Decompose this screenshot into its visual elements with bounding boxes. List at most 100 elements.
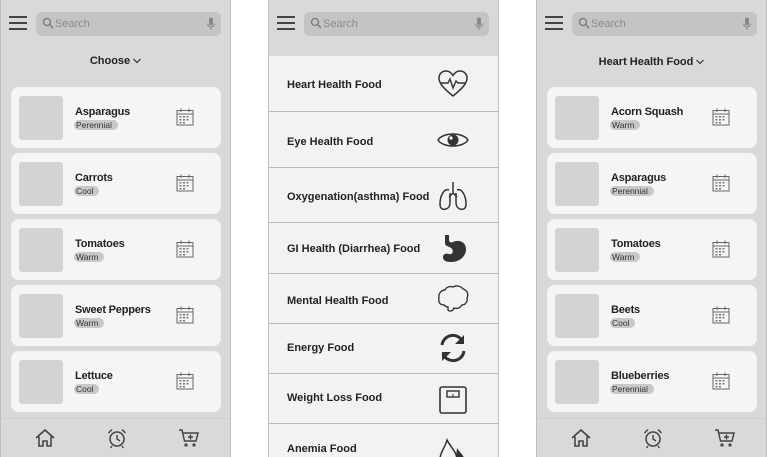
top-bar (537, 0, 766, 48)
food-image (19, 228, 63, 272)
season-tag: Perennial (610, 186, 654, 196)
cart-add-icon[interactable] (714, 427, 736, 449)
food-card[interactable]: Sweet Peppers Warm (11, 285, 221, 346)
category-dropdown[interactable]: Choose (1, 55, 230, 67)
category-dropdown-label: Heart Health Food (598, 56, 694, 68)
menu-item-weight-loss[interactable]: Weight Loss Food (269, 374, 498, 424)
chevron-down-icon (133, 58, 142, 64)
food-card[interactable]: Asparagus Perennial (547, 153, 757, 214)
search-input[interactable] (323, 15, 463, 33)
menu-item-label: Weight Loss Food (287, 392, 383, 404)
alarm-clock-icon[interactable] (106, 427, 128, 449)
screen-heart-health: Heart Health Food Acorn Squash Warm Aspa… (536, 0, 767, 457)
search-bar[interactable] (572, 12, 757, 36)
season-tag: Warm (610, 120, 641, 130)
food-name: Beets (611, 304, 640, 316)
food-card[interactable]: Lettuce Cool (11, 351, 221, 412)
eye-icon (437, 133, 469, 147)
calendar-icon[interactable] (176, 240, 194, 258)
stomach-icon (443, 235, 466, 262)
home-icon[interactable] (570, 427, 592, 449)
food-image (19, 360, 63, 404)
food-image (555, 360, 599, 404)
home-icon[interactable] (34, 427, 56, 449)
menu-item-gi-health[interactable]: GI Health (Diarrhea) Food (269, 223, 498, 274)
menu-item-heart-health[interactable]: Heart Health Food (269, 56, 498, 112)
season-tag: Perennial (610, 384, 654, 394)
bottom-nav (1, 418, 230, 457)
calendar-icon[interactable] (176, 108, 194, 126)
food-name: Lettuce (75, 370, 113, 382)
menu-item-anemia[interactable]: Anemia Food (269, 424, 498, 457)
search-bar[interactable] (304, 12, 489, 36)
food-card[interactable]: Tomatoes Warm (11, 219, 221, 280)
top-bar (269, 0, 498, 48)
menu-item-label: Mental Health Food (287, 295, 389, 307)
menu-item-oxygenation[interactable]: Oxygenation(asthma) Food (269, 168, 498, 223)
search-icon (310, 17, 322, 29)
food-card[interactable]: Blueberries Perennial (547, 351, 757, 412)
season-tag: Warm (74, 318, 105, 328)
search-input[interactable] (591, 15, 731, 33)
calendar-icon[interactable] (712, 108, 730, 126)
search-icon (42, 17, 54, 29)
microphone-icon[interactable] (474, 17, 484, 31)
food-image (19, 294, 63, 338)
season-tag: Warm (74, 252, 105, 262)
food-image (19, 96, 63, 140)
calendar-icon[interactable] (712, 174, 730, 192)
food-name: Asparagus (75, 106, 131, 118)
food-image (19, 162, 63, 206)
blood-drop-icon (439, 437, 464, 457)
calendar-icon[interactable] (176, 372, 194, 390)
menu-item-mental-health[interactable]: Mental Health Food (269, 274, 498, 324)
calendar-icon[interactable] (712, 240, 730, 258)
season-tag: Cool (74, 384, 100, 394)
top-bar (1, 0, 230, 48)
food-card[interactable]: Carrots Cool (11, 153, 221, 214)
category-dropdown[interactable]: Heart Health Food (537, 56, 766, 68)
calendar-icon[interactable] (176, 174, 194, 192)
calendar-icon[interactable] (712, 372, 730, 390)
screen-category-menu: Heart Health Food Eye Health Food Oxygen… (268, 0, 499, 457)
category-menu: Heart Health Food Eye Health Food Oxygen… (269, 56, 498, 457)
food-name: Sweet Peppers (75, 304, 151, 316)
food-name: Acorn Squash (611, 106, 684, 118)
search-input[interactable] (55, 15, 195, 33)
menu-icon[interactable] (277, 15, 295, 31)
food-name: Tomatoes (611, 238, 661, 250)
food-image (555, 96, 599, 140)
refresh-icon (440, 333, 466, 363)
calendar-icon[interactable] (712, 306, 730, 324)
scale-icon (439, 386, 467, 414)
alarm-clock-icon[interactable] (642, 427, 664, 449)
food-image (555, 162, 599, 206)
screen-choose: Choose Asparagus Perennial Carrots Cool … (0, 0, 231, 457)
menu-item-energy[interactable]: Energy Food (269, 324, 498, 374)
menu-item-label: GI Health (Diarrhea) Food (287, 243, 421, 255)
food-card[interactable]: Acorn Squash Warm (547, 87, 757, 148)
food-name: Blueberries (611, 370, 670, 382)
food-card[interactable]: Beets Cool (547, 285, 757, 346)
food-card[interactable]: Tomatoes Warm (547, 219, 757, 280)
food-name: Asparagus (611, 172, 667, 184)
season-tag: Warm (610, 252, 641, 262)
cart-add-icon[interactable] (178, 427, 200, 449)
category-dropdown-label: Choose (89, 55, 131, 67)
menu-icon[interactable] (9, 15, 27, 31)
search-bar[interactable] (36, 12, 221, 36)
menu-item-label: Anemia Food (287, 443, 357, 455)
food-card[interactable]: Asparagus Perennial (11, 87, 221, 148)
calendar-icon[interactable] (176, 306, 194, 324)
microphone-icon[interactable] (206, 17, 216, 31)
season-tag: Perennial (74, 120, 118, 130)
search-icon (578, 17, 590, 29)
heart-pulse-icon (438, 70, 468, 97)
chevron-down-icon (696, 59, 705, 65)
menu-icon[interactable] (545, 15, 563, 31)
menu-item-eye-health[interactable]: Eye Health Food (269, 112, 498, 168)
food-image (555, 228, 599, 272)
menu-item-label: Eye Health Food (287, 136, 374, 148)
microphone-icon[interactable] (742, 17, 752, 31)
menu-item-label: Energy Food (287, 342, 355, 354)
